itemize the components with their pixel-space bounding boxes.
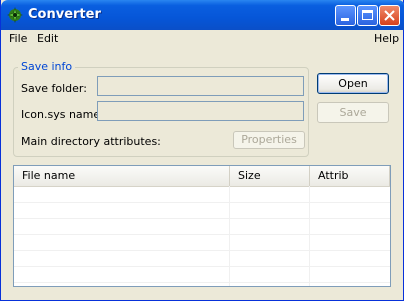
converter-window: Converter File Edit Help Save info Save … <box>0 0 404 301</box>
list-item[interactable] <box>14 218 390 235</box>
file-list[interactable]: File name Size Attrib <box>13 165 391 287</box>
save-button[interactable]: Save <box>317 102 389 123</box>
menu-edit[interactable]: Edit <box>37 32 58 45</box>
list-item[interactable] <box>14 250 390 267</box>
close-icon <box>384 10 395 21</box>
open-button[interactable]: Open <box>317 73 389 94</box>
minimize-button[interactable] <box>335 5 356 26</box>
menu-bar: File Edit Help <box>1 30 403 48</box>
save-folder-field[interactable] <box>97 76 304 96</box>
properties-button[interactable]: Properties <box>233 131 305 149</box>
list-item[interactable] <box>14 186 390 203</box>
list-item[interactable] <box>14 266 390 283</box>
minimize-icon <box>341 18 349 21</box>
title-bar[interactable]: Converter <box>1 0 404 30</box>
window-title: Converter <box>28 7 101 22</box>
icon-sys-field[interactable] <box>97 101 304 121</box>
column-file-name[interactable]: File name <box>14 166 230 186</box>
main-dir-attributes-label: Main directory attributes: <box>21 135 161 148</box>
maximize-button[interactable] <box>357 5 378 26</box>
list-item[interactable] <box>14 234 390 251</box>
maximize-icon <box>362 10 373 20</box>
icon-sys-label: Icon.sys name: <box>21 108 104 121</box>
column-size[interactable]: Size <box>230 166 310 186</box>
save-folder-label: Save folder: <box>21 82 87 95</box>
list-item[interactable] <box>14 202 390 219</box>
converter-app-icon <box>7 7 23 23</box>
column-attrib[interactable]: Attrib <box>310 166 390 186</box>
close-button[interactable] <box>379 5 400 26</box>
menu-help[interactable]: Help <box>374 32 399 45</box>
save-info-label: Save info <box>18 60 76 73</box>
menu-file[interactable]: File <box>9 32 27 45</box>
file-list-header: File name Size Attrib <box>14 166 390 187</box>
